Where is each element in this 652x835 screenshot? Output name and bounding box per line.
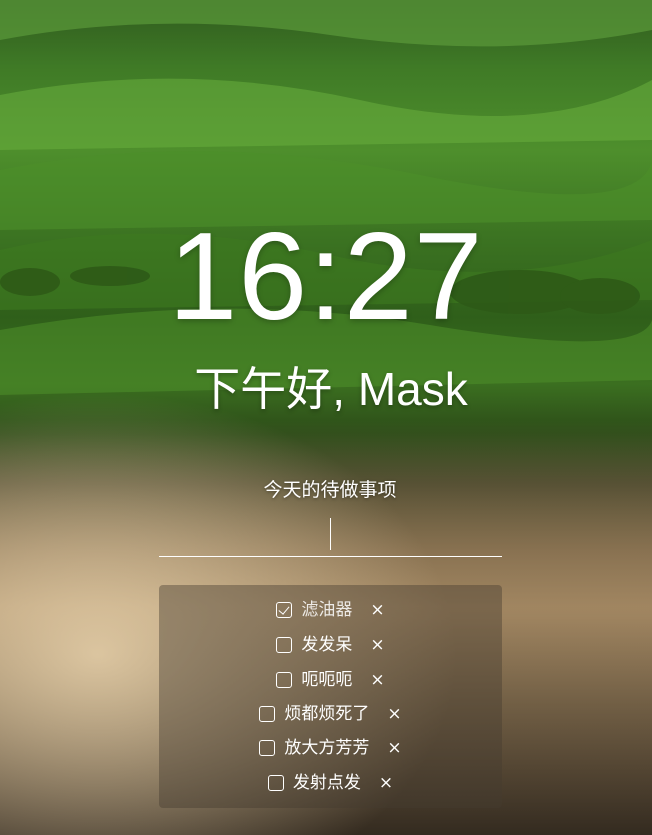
close-icon[interactable]: × [387, 736, 401, 760]
todo-item-label: 发射点发 [292, 773, 361, 793]
checkbox-icon[interactable] [267, 775, 284, 791]
todo-item: 滤油器 × [159, 595, 502, 625]
checkbox-checked-icon[interactable] [276, 602, 293, 618]
todo-item: 烦都烦死了 × [159, 699, 502, 729]
todo-item-label: 滤油器 [301, 600, 353, 620]
close-icon[interactable]: × [387, 702, 401, 726]
todo-list: 滤油器 × 发发呆 × 呃呃呃 × 烦都烦死了 × 放大方芳芳 × 发射点发 × [159, 585, 502, 808]
todo-item: 发发呆 × [159, 630, 502, 660]
todo-item-label: 呃呃呃 [301, 670, 353, 690]
todo-item: 呃呃呃 × [159, 665, 502, 695]
close-icon[interactable]: × [370, 598, 384, 622]
close-icon[interactable]: × [379, 771, 393, 795]
checkbox-icon[interactable] [276, 637, 293, 653]
checkbox-icon[interactable] [259, 706, 276, 722]
todo-item-label: 放大方芳芳 [284, 738, 370, 758]
checkbox-icon[interactable] [259, 740, 276, 756]
todo-item: 放大方芳芳 × [159, 733, 502, 763]
text-cursor [330, 518, 331, 550]
close-icon[interactable]: × [370, 633, 384, 657]
todo-item-label: 发发呆 [301, 635, 353, 655]
clock-time: 16:27 [168, 208, 484, 346]
todo-item: 发射点发 × [159, 768, 502, 798]
todo-title: 今天的待做事项 [263, 479, 397, 501]
checkbox-icon[interactable] [276, 672, 293, 688]
greeting-text: 下午好, Mask [194, 363, 468, 415]
close-icon[interactable]: × [370, 668, 384, 692]
todo-item-label: 烦都烦死了 [284, 704, 370, 724]
